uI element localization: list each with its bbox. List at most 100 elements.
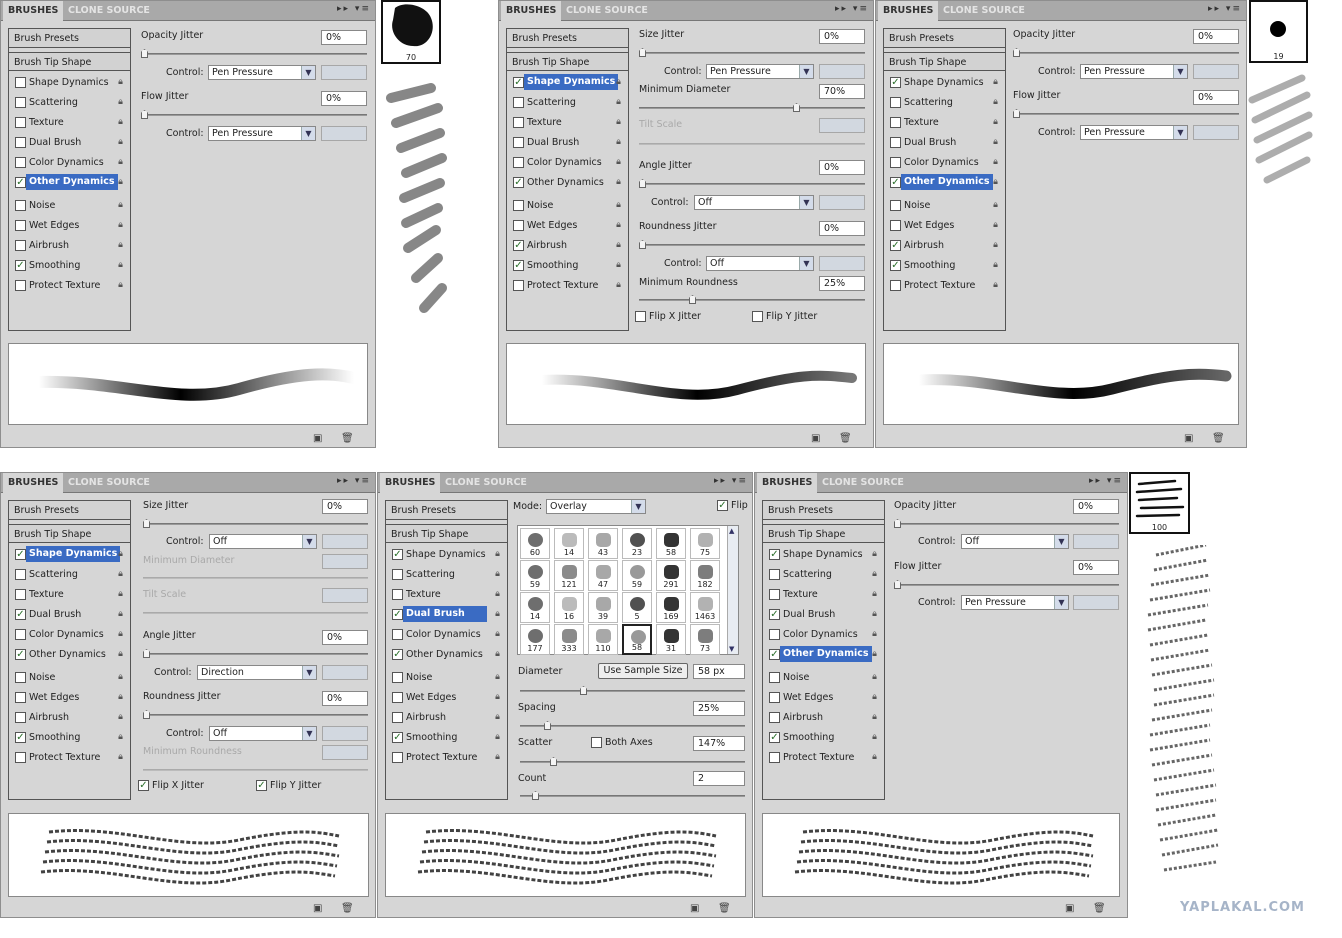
lock-icon[interactable]: 🔒︎ [990,239,1001,251]
lock-icon[interactable]: 🔒︎ [115,279,126,291]
lock-icon[interactable]: 🔒︎ [990,156,1001,168]
sidebar-item-wet-edges[interactable]: Wet Edges 🔒︎ [9,216,130,235]
checkbox[interactable]: ✓ [15,260,26,271]
panel-menu-icon[interactable]: ▸▸ ▾≡ [1089,476,1123,486]
brush-tip-cell[interactable]: 14 [520,592,550,623]
slider-knob[interactable] [141,110,148,119]
tab-brushes[interactable]: BRUSHES [380,473,441,493]
checkbox[interactable] [392,692,403,703]
brush-tip-cell[interactable]: 333 [554,624,584,655]
angle-jitter-field[interactable]: 0% [819,160,865,175]
checkbox[interactable]: ✓ [890,177,901,188]
checkbox[interactable] [769,692,780,703]
sidebar-item-texture[interactable]: Texture 🔒︎ [884,113,1005,132]
brush-tip-cell[interactable]: 291 [656,560,686,591]
control-dropdown[interactable]: Off ▼ [694,195,814,210]
sidebar-item-texture[interactable]: Texture 🔒︎ [507,113,628,132]
checkbox[interactable] [890,200,901,211]
sidebar-item-scattering[interactable]: Scattering 🔒︎ [507,93,628,112]
sidebar-item-noise[interactable]: Noise 🔒︎ [386,668,507,687]
slider-knob[interactable] [1013,48,1020,57]
checkbox[interactable] [392,569,403,580]
flow-jitter-slider[interactable] [141,110,367,119]
brush-tip-cell[interactable]: 14 [554,528,584,559]
checkbox[interactable] [15,200,26,211]
sidebar-item-scattering[interactable]: Scattering 🔒︎ [386,565,507,584]
brush-tip-shape-item[interactable]: Brush Tip Shape [386,524,507,543]
sidebar-item-texture[interactable]: Texture 🔒︎ [9,113,130,132]
sidebar-item-color-dynamics[interactable]: Color Dynamics 🔒︎ [884,153,1005,172]
control-dropdown[interactable]: Pen Pressure ▼ [208,126,316,141]
roundness-jitter-field[interactable]: 0% [322,691,368,706]
checkbox[interactable]: ✓ [392,732,403,743]
sidebar-item-shape-dynamics[interactable]: ✓ Shape Dynamics 🔒︎ [763,545,884,564]
opacity-jitter-field[interactable]: 0% [321,30,367,45]
brush-presets-item[interactable]: Brush Presets [386,501,507,520]
brush-presets-item[interactable]: Brush Presets [763,501,884,520]
sidebar-item-other-dynamics[interactable]: ✓ Other Dynamics 🔒︎ [884,173,1005,192]
tab-brushes[interactable]: BRUSHES [3,473,64,493]
slider-knob[interactable] [580,686,587,695]
tab-clone-source[interactable]: CLONE SOURCE [938,1,1030,21]
checkbox[interactable] [890,117,901,128]
sidebar-item-noise[interactable]: Noise 🔒︎ [9,196,130,215]
opacity-jitter-slider[interactable] [894,519,1119,528]
lock-icon[interactable]: 🔒︎ [115,199,126,211]
new-brush-icon[interactable]: ▣ [690,903,699,914]
brush-tip-cell[interactable]: 39 [588,592,618,623]
brush-tip-cell[interactable]: 73 [690,624,720,655]
lock-icon[interactable]: 🔒︎ [990,176,1001,188]
checkbox[interactable]: ✓ [513,240,524,251]
lock-icon[interactable]: 🔒︎ [115,136,126,148]
lock-icon[interactable]: 🔒︎ [990,116,1001,128]
flip-y-checkbox[interactable]: ✓ [256,780,267,791]
lock-icon[interactable]: 🔒︎ [869,711,880,723]
tab-brushes[interactable]: BRUSHES [501,1,562,21]
diameter-slider[interactable] [520,686,745,695]
sidebar-item-dual-brush[interactable]: Dual Brush 🔒︎ [9,133,130,152]
control-dropdown[interactable]: Off ▼ [961,534,1069,549]
trash-icon[interactable]: 🗑︎ [718,903,731,914]
sidebar-item-protect-texture[interactable]: Protect Texture 🔒︎ [9,276,130,295]
lock-icon[interactable]: 🔒︎ [115,259,126,271]
diameter-field[interactable]: 58 px [693,664,745,679]
size-jitter-field[interactable]: 0% [819,29,865,44]
checkbox[interactable]: ✓ [513,77,524,88]
size-jitter-slider[interactable] [143,519,368,528]
lock-icon[interactable]: 🔒︎ [492,548,503,560]
lock-icon[interactable]: 🔒︎ [115,628,126,640]
lock-icon[interactable]: 🔒︎ [990,136,1001,148]
tab-brushes[interactable]: BRUSHES [757,473,818,493]
brush-tip-grid[interactable]: 60 14 43 23 58 75 59 121 47 59 291 182 14 16 39 5 169 146… [517,525,739,655]
sidebar-item-color-dynamics[interactable]: Color Dynamics 🔒︎ [763,625,884,644]
slider-knob[interactable] [143,710,150,719]
sidebar-item-texture[interactable]: Texture 🔒︎ [763,585,884,604]
sidebar-item-wet-edges[interactable]: Wet Edges 🔒︎ [507,216,628,235]
sidebar-item-noise[interactable]: Noise 🔒︎ [507,196,628,215]
lock-icon[interactable]: 🔒︎ [492,608,503,620]
checkbox[interactable] [15,137,26,148]
sidebar-item-dual-brush[interactable]: ✓ Dual Brush 🔒︎ [386,605,507,624]
lock-icon[interactable]: 🔒︎ [613,199,624,211]
brush-tip-cell[interactable]: 110 [588,624,618,655]
sidebar-item-smoothing[interactable]: ✓ Smoothing 🔒︎ [9,256,130,275]
lock-icon[interactable]: 🔒︎ [869,628,880,640]
brush-tip-cell[interactable]: 59 [622,560,652,591]
checkbox[interactable] [15,157,26,168]
checkbox[interactable] [513,137,524,148]
tab-clone-source[interactable]: CLONE SOURCE [63,1,155,21]
new-brush-icon[interactable]: ▣ [1065,903,1074,914]
lock-icon[interactable]: 🔒︎ [869,731,880,743]
slider-knob[interactable] [689,295,696,304]
lock-icon[interactable]: 🔒︎ [869,568,880,580]
brush-presets-item[interactable]: Brush Presets [9,501,130,520]
lock-icon[interactable]: 🔒︎ [613,219,624,231]
sidebar-item-protect-texture[interactable]: Protect Texture 🔒︎ [507,276,628,295]
control-dropdown[interactable]: Off ▼ [209,726,317,741]
sidebar-item-noise[interactable]: Noise 🔒︎ [9,668,130,687]
control-dropdown[interactable]: Off ▼ [706,256,814,271]
sidebar-item-scattering[interactable]: Scattering 🔒︎ [9,93,130,112]
lock-icon[interactable]: 🔒︎ [492,731,503,743]
lock-icon[interactable]: 🔒︎ [492,628,503,640]
lock-icon[interactable]: 🔒︎ [613,96,624,108]
